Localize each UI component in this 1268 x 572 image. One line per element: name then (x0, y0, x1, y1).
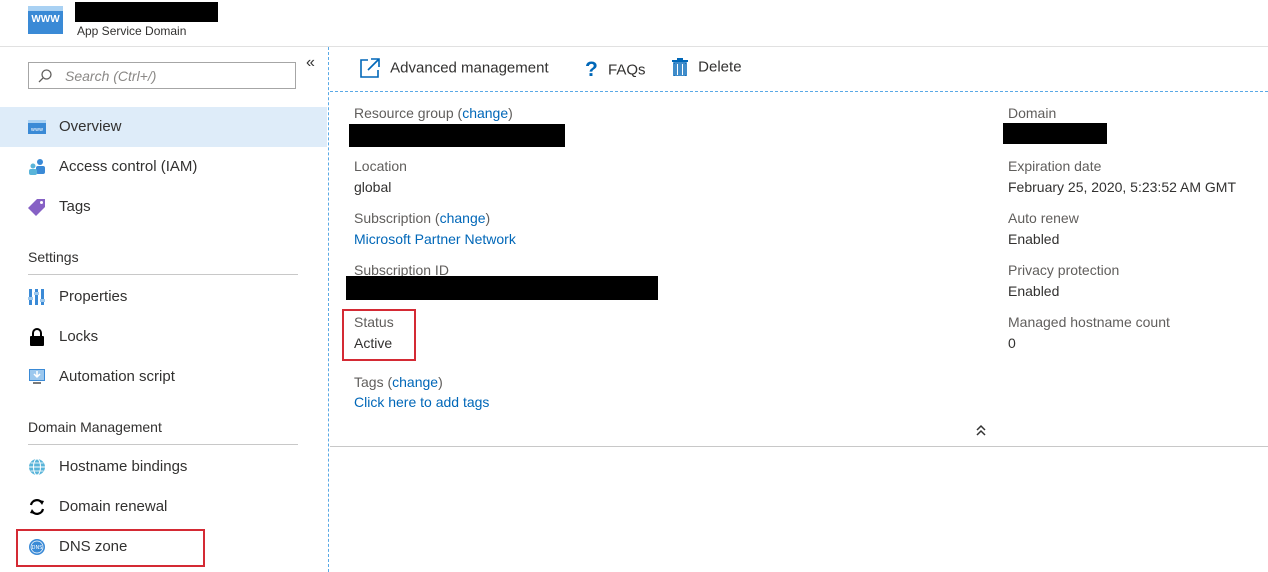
sidebar-item-automation-script[interactable]: Automation script (0, 357, 327, 397)
sidebar-item-hostname-bindings[interactable]: Hostname bindings (0, 447, 327, 487)
sidebar-item-label: Hostname bindings (59, 458, 188, 475)
people-icon (29, 159, 45, 175)
refresh-icon (29, 499, 45, 515)
trash-icon (672, 58, 688, 77)
domain-label: Domain (1008, 105, 1057, 121)
essentials-divider (330, 446, 1268, 447)
resource-type-subtitle: App Service Domain (77, 24, 187, 38)
tag-icon (28, 199, 45, 216)
sidebar-item-access-control[interactable]: Access control (IAM) (0, 147, 327, 187)
search-placeholder: Search (Ctrl+/) (65, 68, 157, 84)
change-resource-group-link[interactable]: change (462, 105, 508, 121)
redacted-resource-name (75, 2, 218, 22)
collapse-sidebar-button[interactable]: « (306, 54, 315, 72)
managed-hostname-count-value: 0 (1008, 335, 1016, 351)
redacted-subscription-id (346, 276, 658, 300)
sidebar-item-label: Properties (59, 288, 128, 305)
sidebar-item-overview[interactable]: www Overview (0, 107, 327, 147)
double-chevron-up-icon (976, 424, 986, 436)
sidebar-item-label: Access control (IAM) (59, 158, 198, 175)
privacy-protection-label: Privacy protection (1008, 262, 1120, 278)
collapse-essentials-button[interactable] (975, 423, 987, 440)
location-label: Location (354, 158, 407, 174)
sidebar-item-label: Automation script (59, 368, 175, 385)
properties-icon (28, 289, 45, 305)
managed-hostname-count-label: Managed hostname count (1008, 314, 1170, 330)
section-divider (28, 274, 298, 275)
external-link-icon (360, 58, 380, 78)
faqs-button[interactable]: ? FAQs (585, 58, 646, 82)
advanced-management-button[interactable]: Advanced management (360, 58, 549, 82)
section-title-settings: Settings (28, 249, 79, 265)
globe-icon (29, 458, 45, 476)
toolbar-divider (330, 91, 1268, 92)
change-tags-link[interactable]: change (392, 374, 438, 390)
sidebar-divider (328, 47, 329, 572)
search-input[interactable]: Search (Ctrl+/) (28, 62, 296, 89)
add-tags-link[interactable]: Click here to add tags (354, 394, 489, 410)
location-value: global (354, 179, 392, 195)
resource-group-label: Resource group (change) (354, 105, 513, 121)
sidebar-item-tags[interactable]: Tags (0, 187, 327, 227)
privacy-protection-value: Enabled (1008, 283, 1060, 299)
expiration-date-label: Expiration date (1008, 158, 1102, 174)
script-icon (29, 369, 45, 384)
subscription-label: Subscription (change) (354, 210, 491, 226)
section-divider (28, 444, 298, 445)
question-icon: ? (585, 58, 598, 81)
auto-renew-label: Auto renew (1008, 210, 1079, 226)
lock-icon (30, 328, 44, 346)
status-highlight-box (342, 309, 416, 361)
subscription-value-link[interactable]: Microsoft Partner Network (354, 231, 516, 247)
expiration-date-value: February 25, 2020, 5:23:52 AM GMT (1008, 179, 1237, 195)
dns-zone-highlight-box (16, 529, 205, 567)
sidebar-item-label: Locks (59, 328, 99, 345)
header-divider (0, 46, 1268, 47)
section-title-domain-management: Domain Management (28, 419, 162, 435)
www-icon: www (28, 120, 46, 134)
sidebar-item-label: Tags (59, 198, 91, 215)
sidebar-item-label: Overview (59, 118, 122, 135)
redacted-domain-name (1003, 123, 1107, 144)
tags-label: Tags (change) (354, 374, 443, 390)
sidebar-item-label: Domain renewal (59, 498, 168, 515)
sidebar-item-domain-renewal[interactable]: Domain renewal (0, 487, 327, 527)
auto-renew-value: Enabled (1008, 231, 1060, 247)
delete-button[interactable]: Delete (672, 58, 742, 82)
search-icon (38, 69, 52, 83)
svg-text:www: www (31, 127, 43, 133)
sidebar-item-properties[interactable]: Properties (0, 277, 327, 317)
sidebar-item-locks[interactable]: Locks (0, 317, 327, 357)
redacted-resource-group (349, 124, 565, 147)
change-subscription-link[interactable]: change (440, 210, 486, 226)
app-service-domain-icon: WWW (28, 6, 63, 34)
